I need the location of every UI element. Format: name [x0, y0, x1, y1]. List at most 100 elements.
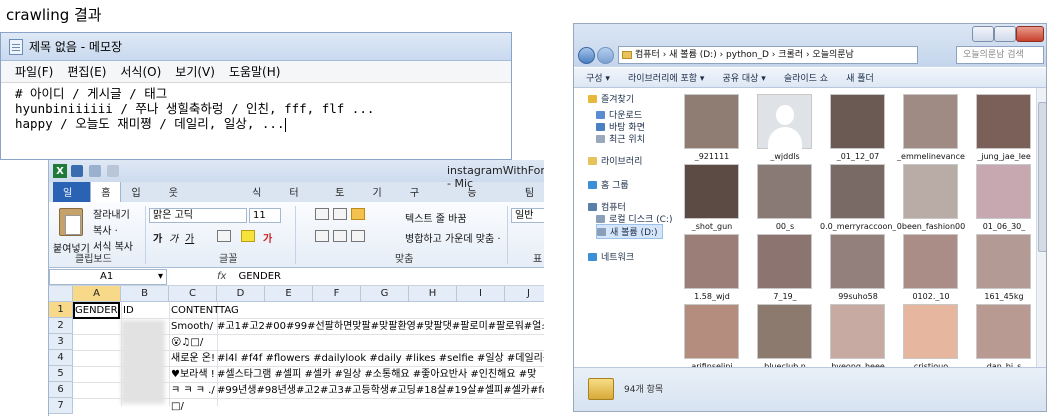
- redo-icon[interactable]: [107, 165, 119, 177]
- column-header[interactable]: I: [457, 286, 505, 302]
- align-bottom-icon[interactable]: [351, 208, 365, 220]
- organize-button[interactable]: 구성 ▾: [586, 71, 610, 84]
- file-thumbnail[interactable]: [684, 94, 739, 149]
- column-header[interactable]: J: [505, 286, 544, 302]
- search-input[interactable]: 오늘의룬남 검색: [956, 46, 1044, 64]
- file-thumbnail[interactable]: [757, 164, 812, 219]
- row-header[interactable]: 6: [49, 382, 73, 398]
- name-box[interactable]: A1 ▾: [49, 268, 167, 285]
- back-arrow-icon[interactable]: [578, 47, 595, 64]
- file-thumbnail[interactable]: [903, 234, 958, 289]
- bold-icon[interactable]: 가: [153, 230, 162, 245]
- file-thumbnail[interactable]: [684, 304, 739, 359]
- cell-c1[interactable]: CONTENT: [171, 303, 219, 319]
- file-thumbnail[interactable]: [684, 234, 739, 289]
- row-header[interactable]: 4: [49, 350, 73, 366]
- save-icon[interactable]: [71, 165, 83, 177]
- cell-d4[interactable]: #l4l #f4f #flowers #dailylook #daily #li…: [217, 351, 544, 367]
- file-thumbnail[interactable]: [976, 304, 1031, 359]
- column-header[interactable]: F: [313, 286, 361, 302]
- file-thumbnail[interactable]: [684, 164, 739, 219]
- cell-b1[interactable]: ID: [123, 303, 134, 319]
- copy-button[interactable]: 복사 ·: [93, 222, 118, 237]
- file-thumbnail[interactable]: [757, 94, 812, 149]
- column-header[interactable]: H: [409, 286, 457, 302]
- column-header[interactable]: D: [217, 286, 265, 302]
- sidebar-item[interactable]: 네트워크: [588, 250, 634, 263]
- excel-titlebar[interactable]: X instagramWithForm - Mic: [49, 160, 544, 190]
- select-all-corner[interactable]: [49, 286, 73, 302]
- file-thumbnail[interactable]: [757, 234, 812, 289]
- row-header[interactable]: 3: [49, 334, 73, 350]
- column-header[interactable]: A: [73, 286, 121, 302]
- row-header[interactable]: 2: [49, 318, 73, 334]
- cell-d5[interactable]: #셀스타그램 #셀피 #셀카 #일상 #소통해요 #좋아요반사 #인친해요 #맞: [217, 367, 544, 383]
- column-header[interactable]: C: [169, 286, 217, 302]
- cell-d6[interactable]: #99년생#98년생#고2#고3#고등학생#고딩#18살#19살#셀피#셀카#f…: [217, 383, 544, 399]
- minimize-button[interactable]: [972, 26, 994, 42]
- file-thumbnail[interactable]: [976, 234, 1031, 289]
- number-format-select[interactable]: 일반: [511, 208, 544, 223]
- undo-icon[interactable]: [89, 165, 101, 177]
- cell-c7[interactable]: □/: [171, 399, 215, 415]
- file-thumbnail[interactable]: [830, 94, 885, 149]
- sidebar-item[interactable]: 즐겨찾기: [588, 92, 634, 105]
- align-right-icon[interactable]: [351, 230, 365, 242]
- column-header[interactable]: E: [265, 286, 313, 302]
- file-thumbnail[interactable]: [830, 304, 885, 359]
- maximize-button[interactable]: [994, 26, 1016, 42]
- slideshow-button[interactable]: 슬라이드 쇼: [784, 71, 828, 84]
- font-color-icon[interactable]: 가: [263, 230, 272, 245]
- file-thumbnail[interactable]: [830, 164, 885, 219]
- new-folder-button[interactable]: 새 폴더: [846, 71, 874, 84]
- cell-d1[interactable]: TAG: [219, 303, 239, 319]
- sidebar-item[interactable]: 라이브러리: [588, 154, 642, 167]
- align-center-icon[interactable]: [333, 230, 347, 242]
- file-thumbnail[interactable]: [757, 304, 812, 359]
- tab-home[interactable]: 홈: [90, 180, 122, 202]
- sidebar-item[interactable]: 홈 그룹: [588, 178, 629, 191]
- merge-center-button[interactable]: 병합하고 가운데 맞춤 ·: [405, 230, 501, 245]
- sidebar-item[interactable]: 최근 위치: [596, 132, 645, 145]
- address-bar[interactable]: 컴퓨터 › 새 볼륨 (D:) › python_D › 크롤러 › 오늘의룬남: [618, 46, 918, 64]
- cell-c3[interactable]: 😮♫□/: [171, 335, 215, 351]
- menu-format[interactable]: 서식(O): [120, 63, 161, 80]
- formula-input[interactable]: GENDER: [238, 271, 281, 282]
- cell-c2[interactable]: Smooth/: [171, 319, 215, 335]
- share-with-button[interactable]: 공유 대상 ▾: [722, 71, 765, 84]
- row-header[interactable]: 5: [49, 366, 73, 382]
- fill-color-icon[interactable]: [241, 230, 255, 242]
- file-thumbnail[interactable]: [903, 304, 958, 359]
- file-thumbnail[interactable]: [976, 94, 1031, 149]
- file-thumbnail[interactable]: [830, 234, 885, 289]
- file-thumbnail[interactable]: [903, 164, 958, 219]
- fx-icon[interactable]: fx: [217, 271, 226, 282]
- notepad-text-area[interactable]: # 아이디 / 게시글 / 태그 hyunbiniiiiii / 쭈나 생힐축하렁…: [1, 83, 511, 135]
- sidebar-item[interactable]: 새 볼륨 (D:): [596, 224, 663, 239]
- italic-icon[interactable]: 가: [169, 230, 178, 245]
- cell-d2[interactable]: #고1#고2#00#99#선팔하면맞팔#맞팔환영#맞팔댓#팔로미#팔로워#얼스: [217, 319, 544, 335]
- file-thumbnail[interactable]: [903, 94, 958, 149]
- align-middle-icon[interactable]: [333, 208, 347, 220]
- cell-c4[interactable]: 새로운 온!: [171, 351, 215, 367]
- cell-c6[interactable]: ㅋ ㅋ ㅋ ./: [171, 383, 215, 399]
- menu-view[interactable]: 보기(V): [175, 63, 215, 80]
- include-in-library-button[interactable]: 라이브러리에 포함 ▾: [628, 71, 704, 84]
- cell-c5[interactable]: ♥보라색 !: [171, 367, 215, 383]
- font-size-select[interactable]: 11: [249, 208, 281, 223]
- notepad-titlebar[interactable]: 제목 없음 - 메모장: [1, 33, 511, 61]
- cut-button[interactable]: 잘라내기: [93, 206, 130, 221]
- paste-icon[interactable]: [59, 208, 83, 236]
- menu-file[interactable]: 파일(F): [15, 63, 53, 80]
- close-button[interactable]: [1016, 26, 1044, 42]
- menu-help[interactable]: 도움말(H): [229, 63, 281, 80]
- menu-edit[interactable]: 편집(E): [67, 63, 106, 80]
- row-header[interactable]: 7: [49, 398, 73, 414]
- align-left-icon[interactable]: [315, 230, 329, 242]
- file-thumbnail[interactable]: [976, 164, 1031, 219]
- forward-arrow-icon[interactable]: [597, 47, 614, 64]
- explorer-titlebar[interactable]: 컴퓨터 › 새 볼륨 (D:) › python_D › 크롤러 › 오늘의룬남…: [574, 24, 1046, 67]
- align-top-icon[interactable]: [315, 208, 329, 220]
- font-name-select[interactable]: 맑은 고딕: [149, 208, 247, 223]
- row-header[interactable]: 1: [49, 302, 73, 318]
